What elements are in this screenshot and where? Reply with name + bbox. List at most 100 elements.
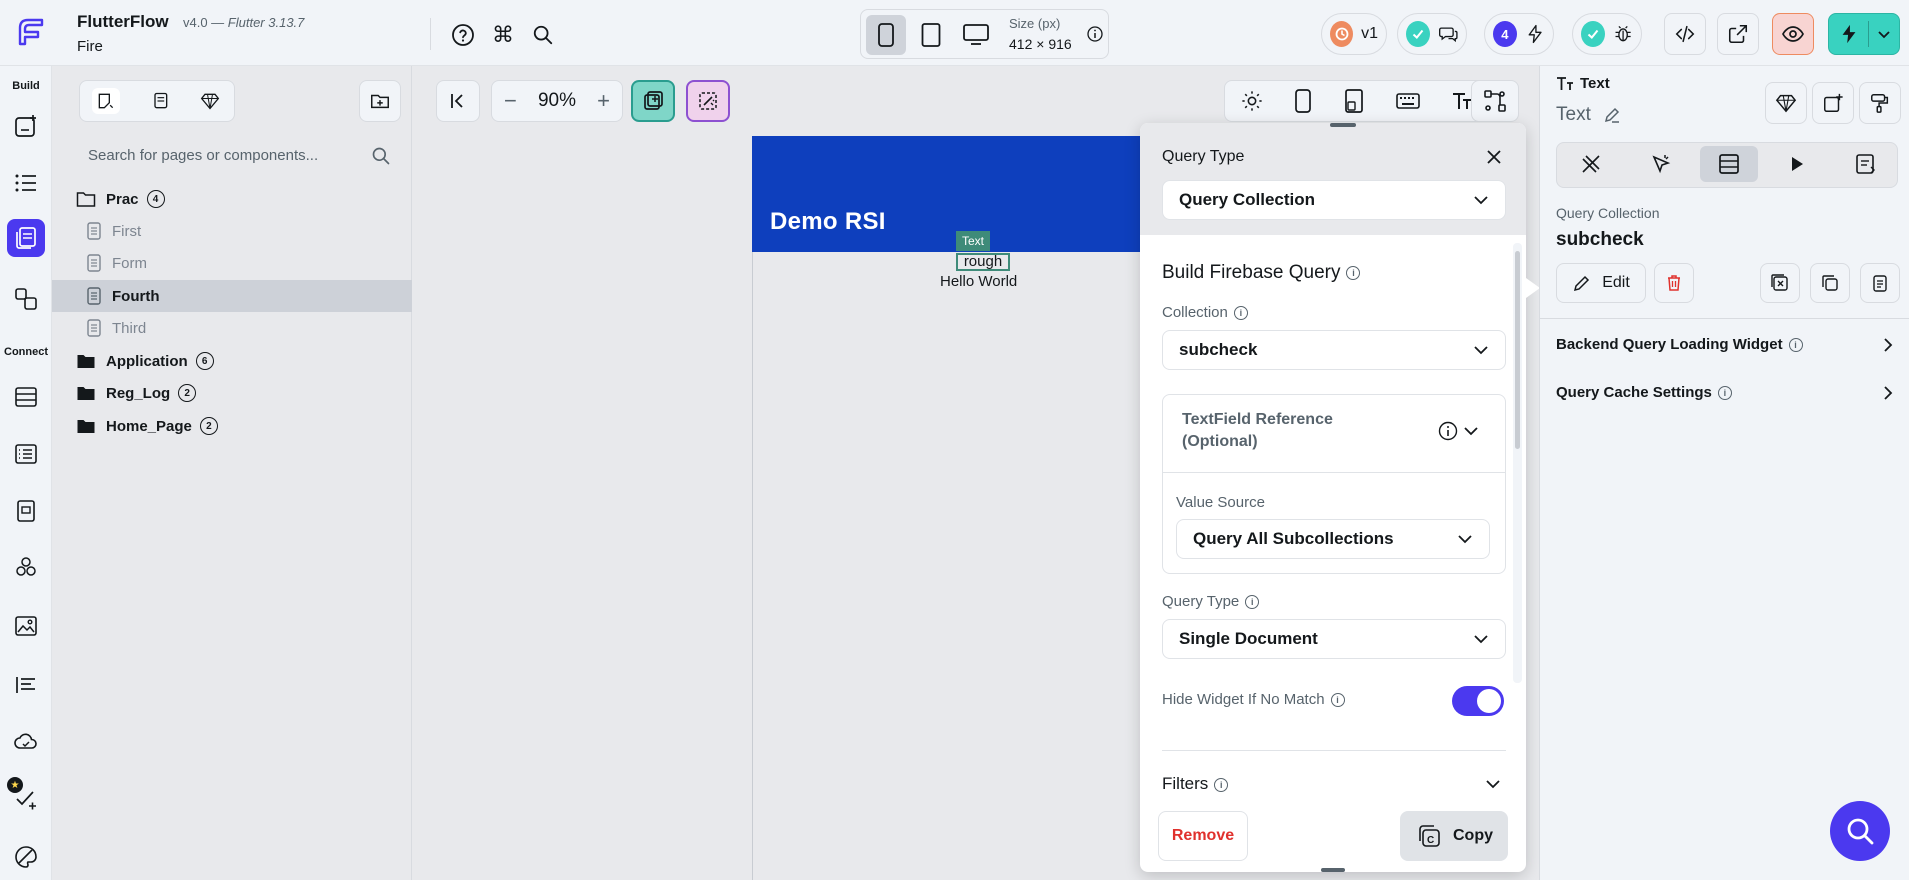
flutterflow-logo-icon[interactable]: [12, 14, 48, 50]
connections-icon[interactable]: [1471, 80, 1519, 122]
info-icon[interactable]: i: [1214, 777, 1229, 792]
info-icon[interactable]: [1086, 25, 1104, 43]
api-calls-icon[interactable]: [7, 548, 45, 586]
tab-notes-icon[interactable]: [1836, 146, 1894, 182]
zoom-in-icon[interactable]: +: [597, 88, 610, 114]
help-search-fab[interactable]: [1830, 801, 1890, 861]
add-page-icon[interactable]: [7, 107, 45, 145]
tree-item-folder[interactable]: Home_Page 2: [52, 410, 412, 442]
tab-backend-query-icon[interactable]: [1700, 146, 1758, 182]
add-widget-icon[interactable]: [1812, 82, 1854, 124]
widget-select-icon[interactable]: [631, 80, 675, 122]
diamond-icon[interactable]: [1765, 82, 1807, 124]
copy-query-icon[interactable]: [1810, 263, 1850, 303]
custom-code-icon[interactable]: [7, 666, 45, 704]
zoom-out-icon[interactable]: −: [504, 88, 517, 114]
tree-item-folder[interactable]: Application 6: [52, 345, 412, 377]
loading-widget-section[interactable]: Backend Query Loading Widget i: [1556, 336, 1803, 353]
tab-actions-icon[interactable]: [1632, 146, 1690, 182]
tree-item-label: Third: [112, 319, 147, 337]
edit-pencil-icon[interactable]: [1603, 106, 1621, 124]
tree-item-page-selected[interactable]: Fourth: [52, 280, 412, 312]
widget-tree-icon[interactable]: [7, 164, 45, 202]
device-frame-icon[interactable]: [1294, 89, 1312, 113]
panel-drag-handle[interactable]: [1321, 868, 1345, 872]
cloud-functions-icon[interactable]: [7, 723, 45, 761]
pages-tab-icon[interactable]: [92, 88, 120, 114]
paste-query-icon[interactable]: [1860, 263, 1900, 303]
size-value[interactable]: 412 × 916: [1009, 36, 1072, 52]
collection-dropdown[interactable]: subcheck: [1162, 330, 1506, 370]
chevron-down-icon[interactable]: [1462, 422, 1480, 440]
widget-name[interactable]: Text: [1556, 104, 1621, 126]
branch-pill[interactable]: v1: [1321, 13, 1387, 55]
query-cache-section[interactable]: Query Cache Settings i: [1556, 384, 1732, 401]
filters-section[interactable]: Filters i: [1162, 774, 1229, 794]
app-bar-title[interactable]: Demo RSI: [770, 208, 886, 236]
ai-edit-icon[interactable]: [686, 80, 730, 122]
preview-eye-icon[interactable]: [1772, 13, 1814, 55]
tree-item-folder[interactable]: Reg_Log 2: [52, 377, 412, 409]
panel-drag-handle[interactable]: [1330, 123, 1356, 127]
responsive-icon[interactable]: [1344, 89, 1364, 113]
media-assets-icon[interactable]: [7, 607, 45, 645]
info-icon[interactable]: i: [1346, 265, 1361, 280]
info-icon[interactable]: i: [1245, 595, 1260, 610]
code-icon[interactable]: [1664, 13, 1706, 55]
pages-icon[interactable]: [7, 219, 45, 257]
tree-item-page[interactable]: Form: [52, 247, 412, 279]
page-list-icon[interactable]: [146, 88, 174, 114]
collapse-panel-icon[interactable]: [436, 80, 480, 122]
data-types-icon[interactable]: [7, 435, 45, 473]
add-folder-icon[interactable]: [359, 80, 401, 122]
tab-properties-icon[interactable]: [1562, 146, 1620, 182]
value-source-dropdown[interactable]: Query All Subcollections: [1176, 519, 1490, 559]
tree-item-folder[interactable]: Prac 4: [52, 183, 412, 215]
remove-button[interactable]: Remove: [1158, 811, 1248, 861]
app-state-icon[interactable]: [7, 492, 45, 530]
desktop-device-icon[interactable]: [956, 15, 996, 55]
light-mode-icon[interactable]: [1241, 90, 1263, 112]
info-icon[interactable]: i: [1330, 693, 1345, 708]
copy-button[interactable]: C Copy: [1400, 811, 1508, 861]
chevron-right-icon[interactable]: [1880, 384, 1896, 402]
command-icon[interactable]: ⌘: [490, 22, 516, 48]
components-icon[interactable]: [7, 280, 45, 318]
clear-query-icon[interactable]: [1760, 263, 1800, 303]
info-icon[interactable]: i: [1233, 306, 1248, 321]
notifications-pill[interactable]: 4: [1484, 13, 1554, 55]
debug-pill[interactable]: [1572, 13, 1642, 55]
query-type-dropdown[interactable]: Query Collection: [1162, 180, 1506, 220]
chevron-down-icon[interactable]: [1484, 775, 1502, 793]
tablet-device-icon[interactable]: [911, 15, 951, 55]
chevron-right-icon[interactable]: [1880, 336, 1896, 354]
selected-text-widget[interactable]: rough: [956, 253, 1010, 271]
hide-widget-toggle[interactable]: [1452, 686, 1504, 716]
phone-device-icon[interactable]: [866, 15, 906, 55]
scrollbar-thumb[interactable]: [1515, 251, 1520, 449]
run-button[interactable]: [1828, 13, 1900, 55]
info-icon[interactable]: [1437, 420, 1459, 442]
tab-animations-icon[interactable]: [1768, 146, 1826, 182]
delete-query-icon[interactable]: [1654, 263, 1694, 303]
theme-widget-icon[interactable]: [1859, 82, 1901, 124]
info-icon[interactable]: i: [1717, 386, 1732, 401]
edit-query-button[interactable]: Edit: [1556, 263, 1646, 303]
tree-item-page[interactable]: Third: [52, 312, 412, 344]
hello-world-text[interactable]: Hello World: [940, 273, 1017, 290]
open-external-icon[interactable]: [1717, 13, 1759, 55]
firestore-icon[interactable]: [7, 378, 45, 416]
search-input[interactable]: Search for pages or components...: [88, 147, 318, 164]
keyboard-icon[interactable]: [1395, 92, 1420, 110]
query-type2-dropdown[interactable]: Single Document: [1162, 619, 1506, 659]
diamond-icon[interactable]: [196, 88, 224, 114]
theme-icon[interactable]: [7, 838, 45, 876]
search-icon[interactable]: [370, 145, 392, 167]
close-icon[interactable]: [1480, 143, 1508, 171]
info-icon[interactable]: i: [1788, 338, 1803, 353]
text-scale-icon[interactable]: [1451, 91, 1473, 111]
tree-item-page[interactable]: First: [52, 215, 412, 247]
search-icon[interactable]: [530, 22, 556, 48]
help-icon[interactable]: [450, 22, 476, 48]
collab-pill[interactable]: [1397, 13, 1467, 55]
